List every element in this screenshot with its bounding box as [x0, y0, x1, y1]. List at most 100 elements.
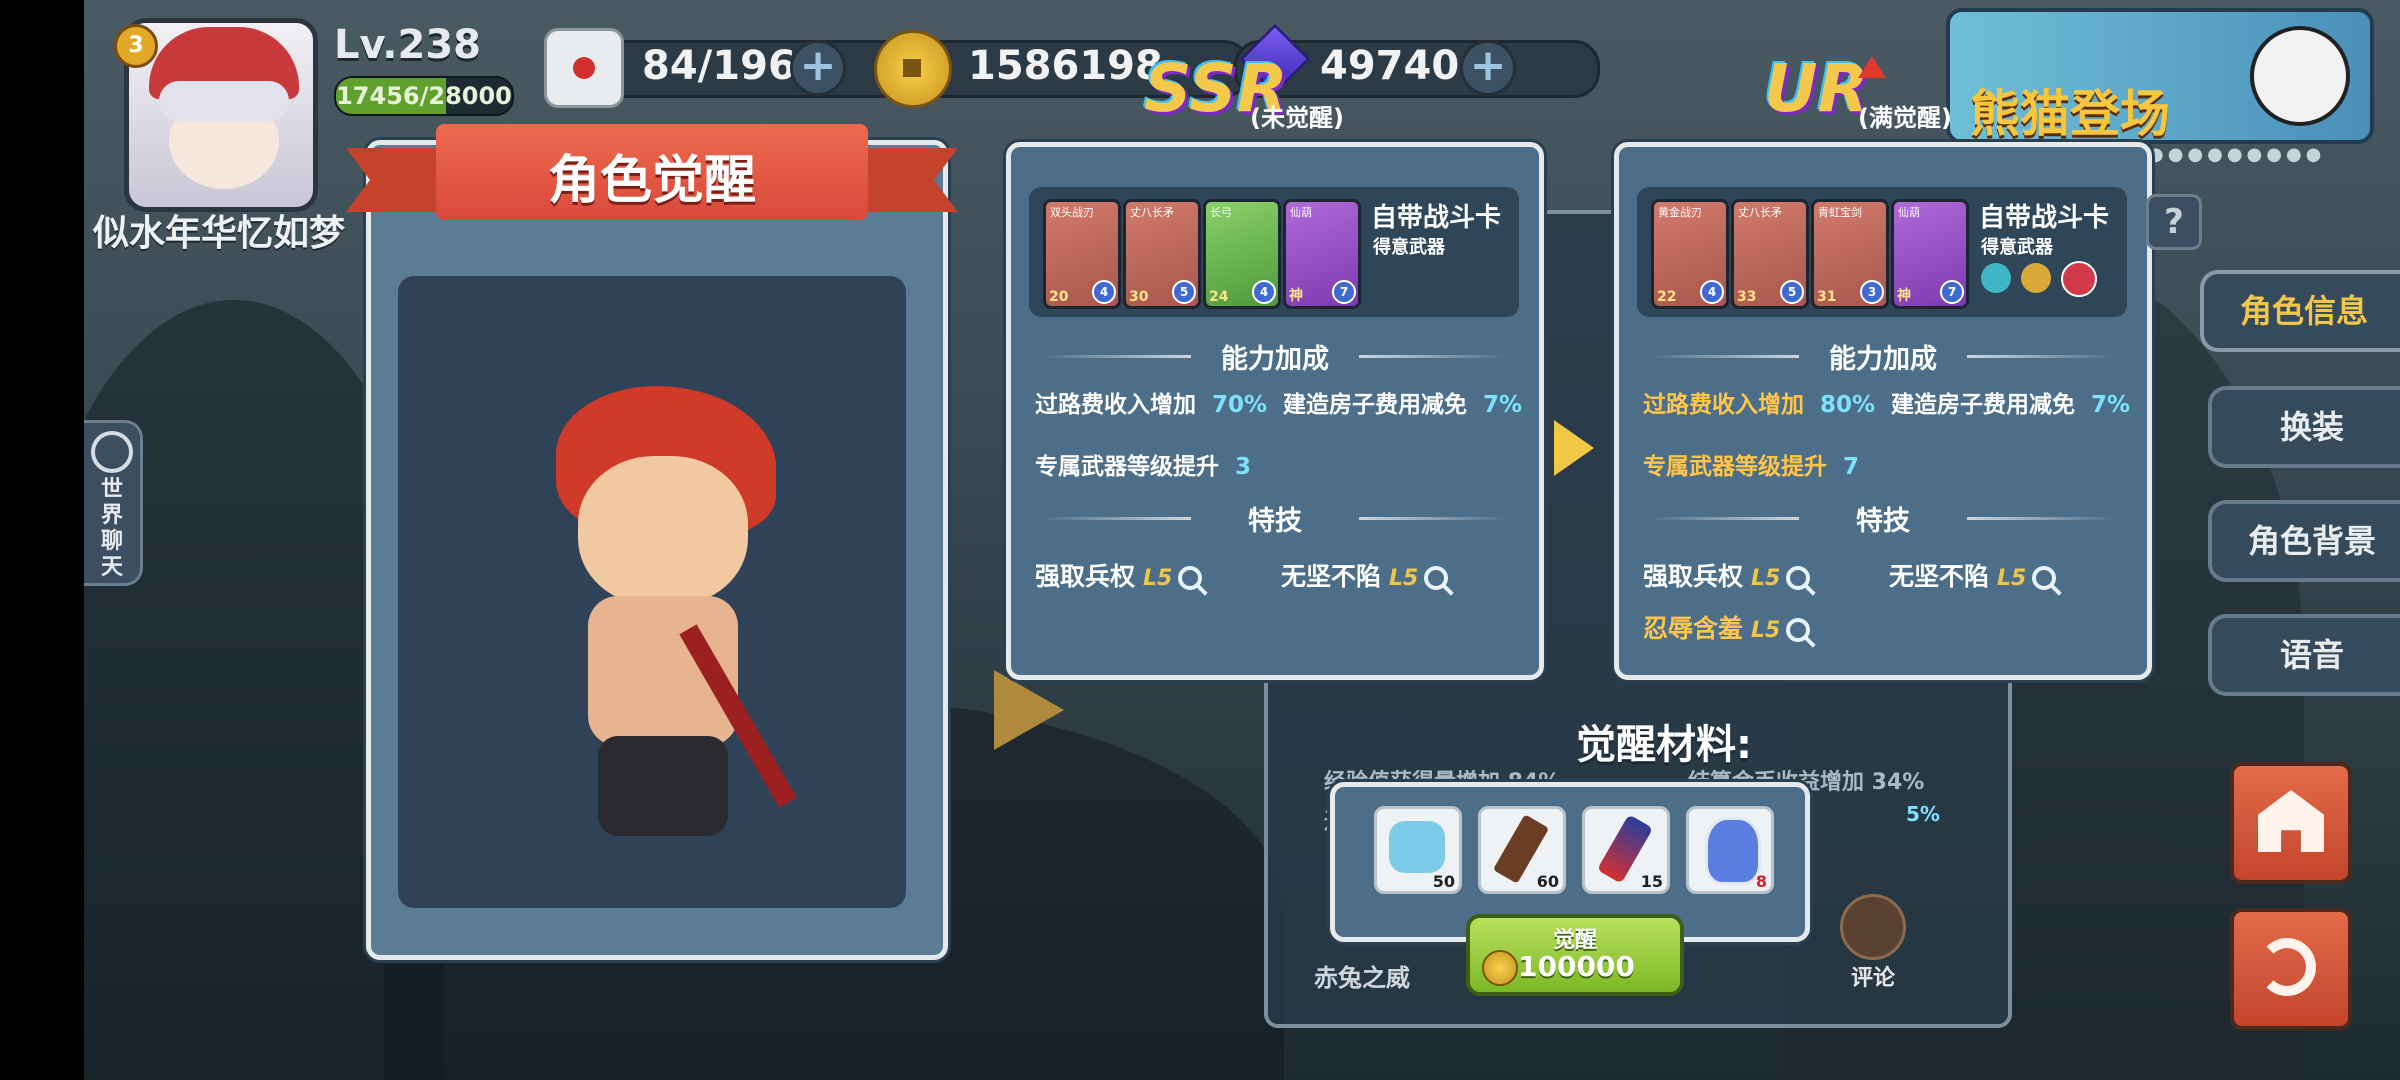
- divider: [1041, 517, 1191, 520]
- gem-slot-icon: [2021, 263, 2051, 293]
- home-icon: [2258, 790, 2324, 852]
- side-tab-voice[interactable]: 语音: [2208, 614, 2400, 696]
- before-ability-header: 能力加成: [1221, 344, 1329, 375]
- after-stat-1: 过路费收入增加 80%: [1643, 392, 1876, 418]
- side-tab-character-info[interactable]: 角色信息: [2200, 270, 2400, 352]
- after-weapon-label: 得意武器: [1981, 237, 2053, 258]
- after-ability-header: 能力加成: [1829, 344, 1937, 375]
- dice-value: 84/196: [642, 43, 796, 89]
- magnifier-icon: [1424, 566, 1449, 590]
- material-slot-4[interactable]: 8: [1686, 806, 1774, 894]
- after-skill-1[interactable]: 强取兵权 L5: [1643, 557, 1811, 593]
- gem-value: 49740: [1320, 43, 1460, 89]
- background-text-5: 5%: [1906, 802, 1940, 826]
- side-tab-outfit[interactable]: 换装: [2208, 386, 2400, 468]
- after-skill-2[interactable]: 无坚不陷 L5: [1889, 557, 2057, 593]
- event-banner-title: 熊猫登场: [1970, 85, 2170, 143]
- before-awaken-panel: 双头战刃 20 4 丈八长矛 30 5 长弓 24 4 仙葫 神 7 自带战斗卡…: [1006, 142, 1544, 680]
- ssr-status: (未觉醒): [1250, 104, 1344, 132]
- chat-icon: [91, 431, 133, 473]
- before-card-3[interactable]: 长弓 24 4: [1203, 199, 1281, 309]
- dice-icon: [544, 28, 624, 108]
- magnifier-icon: [1786, 566, 1811, 590]
- player-name: 似水年华忆如梦: [92, 213, 345, 254]
- after-card-4[interactable]: 仙葫 神 7: [1891, 199, 1969, 309]
- world-chat-label: 世界聊天: [100, 477, 123, 580]
- divider: [1967, 355, 2117, 358]
- side-tab-background[interactable]: 角色背景: [2208, 500, 2400, 582]
- before-card-2[interactable]: 丈八长矛 30 5: [1123, 199, 1201, 309]
- materials-title: 觉醒材料:: [1576, 722, 1752, 768]
- character-face: [578, 456, 748, 606]
- back-arrow-icon: [2258, 938, 2316, 996]
- awaken-title: 角色觉醒: [547, 151, 756, 211]
- magnifier-icon: [1178, 566, 1203, 590]
- character-legs: [598, 736, 728, 836]
- before-card-4[interactable]: 仙葫 神 7: [1283, 199, 1361, 309]
- background-text-7: 赤兔之威: [1314, 964, 1410, 992]
- game-screen: 干禁 0/ 经验值获得量增加 84% 结算金币收益增加 34% 5% 进 赤兔之…: [84, 0, 2400, 1080]
- after-card-title: 自带战斗卡: [1979, 203, 2110, 233]
- comment-button[interactable]: 评论: [1828, 894, 1918, 994]
- character-portrait-frame: [398, 276, 906, 908]
- robot-bag-icon: [1389, 821, 1445, 873]
- before-card-title: 自带战斗卡: [1371, 203, 1502, 233]
- after-card-1[interactable]: 黄金战刃 22 4: [1651, 199, 1729, 309]
- back-button[interactable]: [2230, 908, 2352, 1030]
- before-skill-1[interactable]: 强取兵权 L5: [1035, 557, 1203, 593]
- divider: [1967, 517, 2117, 520]
- magnifier-icon: [2032, 566, 2057, 590]
- ur-rank-badge: UR: [1764, 50, 1869, 127]
- divider: [1649, 517, 1799, 520]
- awaken-title-ribbon: 角色觉醒: [346, 124, 958, 236]
- character-figure: [548, 386, 797, 846]
- awaken-button[interactable]: 觉醒 100000: [1466, 914, 1684, 996]
- divider: [1359, 517, 1509, 520]
- player-level: Lv.238: [334, 22, 481, 68]
- comment-label: 评论: [1850, 966, 1895, 991]
- coin-icon: [874, 30, 952, 108]
- divider: [1359, 355, 1509, 358]
- panda-icon: [2250, 26, 2350, 126]
- up-arrow-icon: [1858, 56, 1886, 78]
- help-button[interactable]: ?: [2146, 194, 2202, 250]
- coin-value: 1586198: [968, 43, 1163, 89]
- magnifier-icon: [1786, 618, 1811, 642]
- divider: [1649, 355, 1799, 358]
- god-vase-icon: [1705, 817, 1761, 885]
- upgrade-arrow-icon: [1554, 420, 1594, 476]
- material-slot-2[interactable]: 60: [1478, 806, 1566, 894]
- gem-slot-icon: [2061, 261, 2097, 297]
- material-slot-1[interactable]: 50: [1374, 806, 1462, 894]
- after-card-2[interactable]: 丈八长矛 33 5: [1731, 199, 1809, 309]
- add-gem-button[interactable]: +: [1460, 40, 1516, 96]
- material-slot-3[interactable]: 15: [1582, 806, 1670, 894]
- divider: [1041, 355, 1191, 358]
- after-stat-2: 建造房子费用减免 7%: [1891, 392, 2131, 418]
- after-skill-3[interactable]: 忍辱含羞 L5: [1643, 609, 1811, 645]
- before-skill-2[interactable]: 无坚不陷 L5: [1281, 557, 1449, 593]
- home-button[interactable]: [2230, 762, 2352, 884]
- banner-page-dots: ●●●●●●●●●: [2148, 144, 2326, 165]
- awaken-coin-icon: [1482, 950, 1518, 986]
- event-banner[interactable]: 熊猫登场: [1946, 8, 2374, 144]
- after-awaken-panel: 黄金战刃 22 4 丈八长矛 33 5 青虹宝剑 31 3 仙葫 神 7 自带战…: [1614, 142, 2152, 680]
- exp-text: 17456/28000: [336, 82, 512, 110]
- add-dice-button[interactable]: +: [790, 40, 846, 96]
- arrow-right-icon: [994, 670, 1064, 750]
- awaken-cost: 100000: [1518, 950, 1635, 983]
- vip-rank-badge: 3: [114, 24, 158, 68]
- before-stat-3: 专属武器等级提升 3: [1035, 454, 1252, 480]
- before-stat-1: 过路费收入增加 70%: [1035, 392, 1268, 418]
- before-skill-header: 特技: [1248, 506, 1302, 537]
- comment-icon: [1840, 894, 1906, 960]
- after-skill-header: 特技: [1856, 506, 1910, 537]
- ur-status: (满觉醒): [1858, 104, 1952, 132]
- exp-bar: 17456/28000: [334, 76, 514, 116]
- before-stat-2: 建造房子费用减免 7%: [1283, 392, 1523, 418]
- before-card-1[interactable]: 双头战刃 20 4: [1043, 199, 1121, 309]
- avatar-hair: [159, 81, 289, 121]
- after-card-3[interactable]: 青虹宝剑 31 3: [1811, 199, 1889, 309]
- world-chat-button[interactable]: 世界聊天: [84, 420, 143, 586]
- before-weapon-label: 得意武器: [1373, 237, 1445, 258]
